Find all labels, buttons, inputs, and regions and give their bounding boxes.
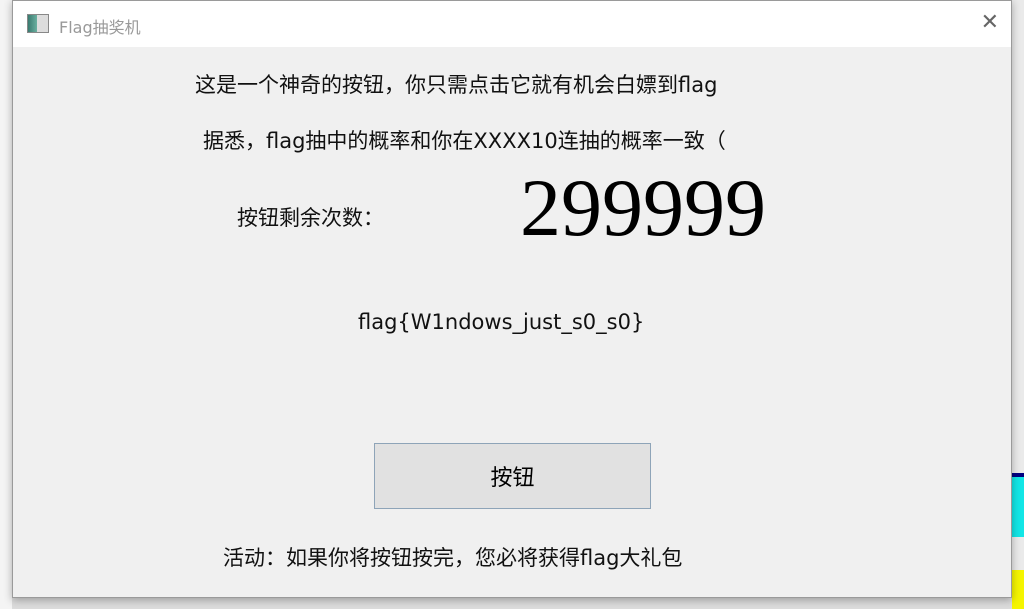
background-desktop-bottom: [12, 597, 1012, 609]
close-icon[interactable]: ✕: [981, 10, 999, 35]
activity-text: 活动：如果你将按钮按完，您必将获得flag大礼包: [223, 546, 683, 570]
flag-lottery-window: Flag抽奖机 ✕ 这是一个神奇的按钮，你只需点击它就有机会白嫖到flag 据悉…: [12, 0, 1012, 598]
window-title: Flag抽奖机: [59, 18, 141, 37]
background-desktop-left: [0, 0, 12, 609]
intro-text: 这是一个神奇的按钮，你只需点击它就有机会白嫖到flag: [195, 73, 718, 97]
lottery-button[interactable]: 按钮: [374, 443, 651, 509]
remaining-label: 按钮剩余次数：: [237, 206, 384, 230]
flag-text: flag{W1ndows_just_s0_s0}: [358, 310, 645, 334]
probability-text: 据悉，flag抽中的概率和你在XXXX10连抽的概率一致（: [203, 129, 726, 153]
remaining-count: 299999: [520, 162, 766, 253]
title-bar: Flag抽奖机 ✕: [13, 1, 1011, 47]
background-window-fragment: [1012, 570, 1024, 609]
app-icon: [27, 14, 49, 33]
background-window-fragment: [1012, 473, 1024, 537]
